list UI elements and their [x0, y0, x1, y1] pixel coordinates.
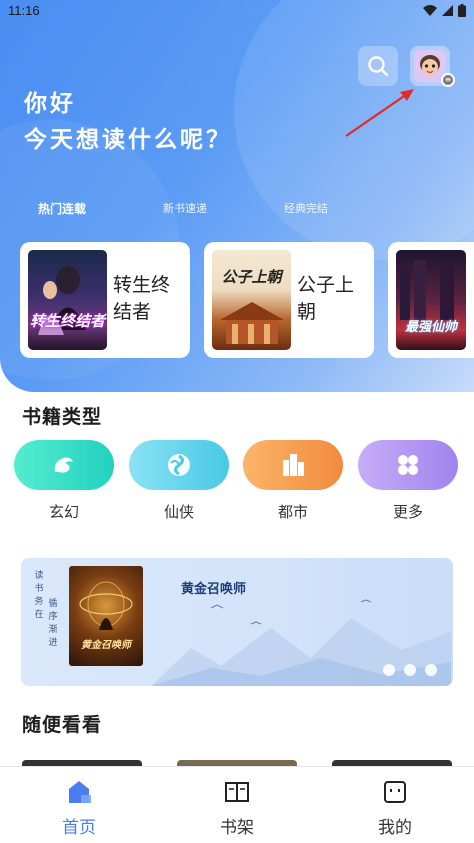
book-card[interactable]: 转生终结者 转生终结者 [20, 242, 190, 358]
cover-title: 黄金召唤师 [81, 640, 131, 651]
category-label: 都市 [277, 503, 308, 521]
nav-bookshelf[interactable]: 书架 [192, 777, 282, 838]
book-card[interactable]: 最强仙帅 [388, 242, 474, 358]
profile-icon [384, 781, 406, 803]
status-time: 11:16 [8, 3, 40, 18]
book-title: 转生终结者 [113, 274, 171, 323]
promo-banner[interactable]: 读书务在 循序渐进 黄金召唤师 黄金召唤师 [21, 558, 453, 686]
motto-line: 循序渐进 [48, 599, 58, 648]
category-label: 玄幻 [48, 503, 79, 521]
pagination-dot[interactable] [404, 664, 416, 676]
pagination-dot[interactable] [383, 664, 395, 676]
banner-book-cover: 黄金召唤师 [69, 566, 143, 666]
tab-new-books[interactable]: 新书速递 [163, 200, 207, 216]
battery-icon [458, 4, 466, 17]
banner-pagination [383, 664, 437, 676]
nav-label: 书架 [220, 818, 254, 838]
featured-book-row: 转生终结者 转生终结者 公子上朝 公子上朝 最强仙帅 [20, 242, 474, 360]
grid-icon [398, 455, 418, 475]
category-xianxia-button[interactable] [129, 440, 229, 490]
signal-icon [442, 5, 453, 16]
cover-title: 公子上朝 [221, 268, 282, 286]
search-icon [368, 56, 389, 77]
book-cover: 公子上朝 [212, 250, 291, 350]
category-urban-button[interactable] [243, 440, 343, 490]
reading-prompt: 今天想读什么呢？ [24, 127, 232, 153]
categories-title: 书籍类型 [22, 406, 103, 428]
nav-profile[interactable]: 我的 [350, 777, 440, 838]
book-cover: 转生终结者 [28, 250, 107, 350]
book-icon [225, 782, 249, 803]
hero-tabs: 热门连载 新书速递 经典完结 [0, 200, 474, 220]
nav-label: 我的 [378, 818, 412, 838]
category-label: 更多 [392, 503, 423, 521]
annotation-arrow-icon [345, 89, 414, 137]
menu-badge-icon: ≡ [441, 73, 455, 87]
swirl-icon [168, 454, 190, 476]
book-card[interactable]: 公子上朝 公子上朝 [204, 242, 374, 358]
avatar-button[interactable]: ≡ [410, 46, 455, 87]
wifi-icon [423, 5, 437, 16]
book-title: 公子上朝 [297, 274, 355, 323]
cover-title: 最强仙帅 [404, 320, 457, 335]
city-icon [283, 454, 304, 476]
book-cover: 最强仙帅 [396, 250, 466, 350]
greeting-text: 你好 [24, 91, 76, 117]
browse-title: 随便看看 [22, 714, 103, 736]
tab-hot-serial[interactable]: 热门连载 [38, 200, 86, 217]
status-bar: 11:16 [0, 0, 474, 22]
cover-title: 转生终结者 [29, 312, 105, 330]
banner-book-title: 黄金召唤师 [181, 582, 247, 597]
search-button[interactable] [358, 46, 398, 86]
pagination-dot[interactable] [425, 664, 437, 676]
motto-line: 读书务在 [34, 571, 44, 620]
category-label: 仙侠 [163, 503, 194, 521]
nav-home[interactable]: 首页 [34, 777, 124, 838]
status-icons [423, 4, 466, 17]
dragon-icon [54, 457, 73, 473]
home-icon [69, 781, 91, 803]
nav-label: 首页 [62, 818, 96, 838]
category-more-button[interactable] [358, 440, 458, 490]
bottom-navigation: 首页 书架 我的 [0, 766, 474, 843]
category-xuanhuan-button[interactable] [14, 440, 114, 490]
tab-classic-finished[interactable]: 经典完结 [284, 200, 328, 216]
hero-header: 你好 今天想读什么呢？ 热门连载 新书速递 经典完结 转生终结者 转生终结者 公… [0, 0, 474, 392]
